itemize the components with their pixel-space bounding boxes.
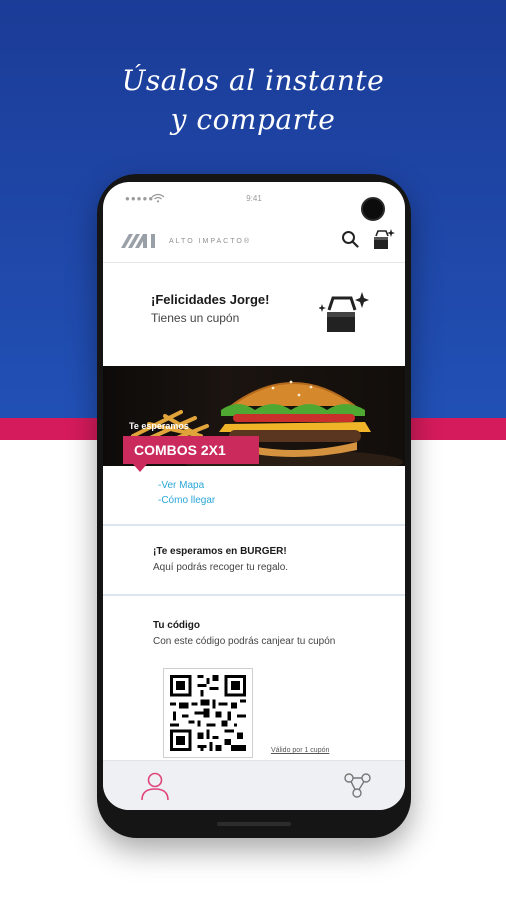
status-time: 9:41 — [246, 194, 262, 203]
bottom-navigation — [103, 760, 405, 810]
user-icon[interactable] — [139, 769, 171, 801]
greeting-title: ¡Felicidades Jorge! — [151, 292, 270, 307]
phone-speaker — [217, 822, 291, 826]
front-camera — [361, 197, 385, 221]
offer-ribbon: COMBOS 2X1 — [123, 436, 259, 464]
gift-icon[interactable] — [371, 228, 395, 250]
open-gift-icon — [319, 292, 369, 332]
status-bar: ●●●●● 9:41 — [103, 193, 405, 210]
ribbon-tail — [133, 464, 147, 472]
qr-code — [164, 669, 252, 757]
code-subtitle: Con este código podrás canjear tu cupón — [153, 636, 336, 647]
store-title: ¡Te esperamos en BURGER! — [153, 546, 287, 557]
promo-headline-line1: Úsalos al instante — [121, 64, 385, 97]
brand-name: ALTO IMPACTO® — [169, 238, 251, 245]
phone-screen: ●●●●● 9:41 ALTO IMPACTO® ¡Felicidades Jo… — [103, 182, 405, 810]
phone-frame: ●●●●● 9:41 ALTO IMPACTO® ¡Felicidades Jo… — [97, 174, 411, 838]
view-map-link[interactable]: -Ver Mapa — [158, 480, 204, 491]
greeting-subtitle: Tienes un cupón — [151, 311, 240, 325]
share-icon[interactable] — [341, 769, 373, 801]
app-header: ALTO IMPACTO® — [103, 216, 405, 263]
directions-link[interactable]: -Cómo llegar — [158, 495, 215, 506]
greeting-section: ¡Felicidades Jorge! Tienes un cupón — [103, 264, 405, 360]
banner-wait-label: Te esperamos — [129, 421, 189, 431]
promo-headline-line2: y comparte — [170, 103, 336, 136]
brand-logo — [121, 234, 155, 248]
store-subtitle: Aquí podrás recoger tu regalo. — [153, 562, 289, 573]
search-icon[interactable] — [341, 230, 359, 248]
section-divider — [103, 524, 405, 526]
section-divider — [103, 594, 405, 596]
code-title: Tu código — [153, 620, 201, 631]
validity-link[interactable]: Válido por 1 cupón — [271, 747, 329, 754]
